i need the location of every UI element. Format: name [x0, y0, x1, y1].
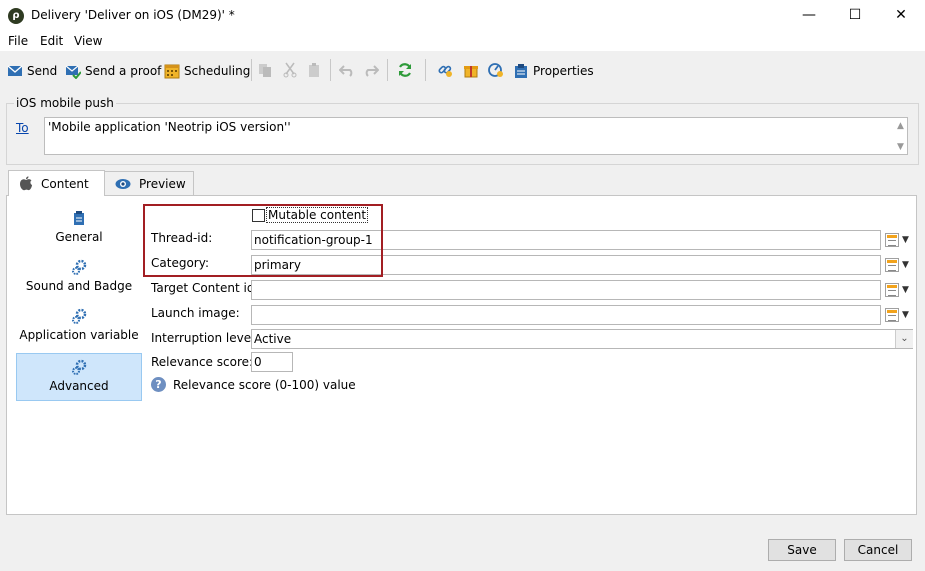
envelope-check-icon [65, 65, 81, 79]
mutable-content-label[interactable]: Mutable content [266, 207, 369, 223]
close-button[interactable]: ✕ [878, 0, 924, 31]
save-button[interactable]: Save [768, 539, 836, 561]
relevance-help-text: Relevance score (0-100) value [173, 378, 356, 392]
gears-icon [72, 259, 87, 275]
toolbar-separator [425, 59, 426, 81]
chevron-down-icon[interactable]: ▼ [902, 310, 909, 320]
minimize-button[interactable]: — [786, 0, 832, 31]
eye-icon [115, 178, 131, 189]
paste-icon[interactable] [306, 62, 322, 78]
envelope-icon [7, 65, 23, 76]
sidebar-item-advanced[interactable]: Advanced [16, 353, 142, 401]
toolbar-separator [330, 59, 331, 81]
send-label: Send [27, 64, 58, 78]
toolbar-separator [387, 59, 388, 81]
mutable-content-checkbox[interactable] [252, 209, 265, 222]
gift-icon[interactable] [463, 62, 479, 78]
scroll-up-icon[interactable]: ▲ [897, 121, 904, 131]
maximize-button[interactable]: ☐ [832, 0, 878, 31]
target-content-input[interactable] [251, 280, 881, 300]
to-link[interactable]: To [16, 121, 29, 135]
scheduling-label: Scheduling [184, 64, 251, 78]
menu-bar [0, 31, 925, 51]
app-logo-icon: ρ [8, 8, 24, 24]
window-title: Delivery 'Deliver on iOS (DM29)' * [31, 8, 235, 22]
help-icon: ? [151, 377, 166, 392]
tab-preview[interactable]: Preview [104, 171, 194, 195]
chevron-down-icon[interactable]: ▼ [902, 235, 909, 245]
menu-view[interactable]: View [74, 34, 102, 48]
edit-expression-icon[interactable] [885, 233, 899, 247]
relevance-score-input[interactable]: 0 [251, 352, 293, 372]
chevron-down-icon[interactable]: ⌄ [895, 330, 913, 348]
chevron-down-icon[interactable]: ▼ [902, 285, 909, 295]
tab-preview-label: Preview [139, 176, 186, 191]
edit-expression-icon[interactable] [885, 308, 899, 322]
sidebar-item-label: Sound and Badge [25, 279, 133, 293]
undo-icon[interactable] [339, 62, 355, 78]
send-proof-button[interactable]: Send a proof [65, 61, 161, 81]
sidebar-item-label: General [55, 230, 103, 244]
group-title: iOS mobile push [14, 96, 116, 110]
interruption-level-select[interactable]: Active [251, 329, 913, 349]
copy-icon[interactable] [257, 62, 273, 78]
sidebar-item-general[interactable]: General [16, 210, 142, 256]
properties-button[interactable]: Properties [513, 61, 594, 81]
relevance-score-label: Relevance score: [151, 355, 254, 369]
gears-icon [72, 359, 87, 375]
sidebar-item-sound-badge[interactable]: Sound and Badge [16, 259, 142, 305]
launch-image-input[interactable] [251, 305, 881, 325]
scroll-down-icon[interactable]: ▼ [897, 142, 904, 152]
target-content-label: Target Content id: [151, 281, 259, 295]
toolbar-separator [251, 59, 252, 81]
launch-image-label: Launch image: [151, 306, 240, 320]
properties-label: Properties [533, 64, 594, 78]
cancel-button[interactable]: Cancel [844, 539, 912, 561]
thread-id-input[interactable]: notification-group-1 [251, 230, 881, 250]
apple-icon [20, 176, 32, 191]
thread-id-label: Thread-id: [151, 231, 213, 245]
redo-icon[interactable] [363, 62, 379, 78]
category-input[interactable]: primary [251, 255, 881, 275]
chevron-down-icon[interactable]: ▼ [902, 260, 909, 270]
refresh-icon[interactable] [397, 62, 413, 78]
interruption-level-label: Interruption level: [151, 331, 259, 345]
scheduling-button[interactable]: Scheduling [164, 61, 250, 81]
clipboard-icon [515, 64, 527, 78]
sidebar-item-application-variable[interactable]: Application variable [16, 308, 142, 354]
link-icon[interactable] [437, 62, 453, 78]
edit-expression-icon[interactable] [885, 258, 899, 272]
gauge-icon[interactable] [488, 62, 504, 78]
tab-content[interactable]: Content [8, 170, 105, 196]
calendar-icon [164, 64, 180, 79]
cut-icon[interactable] [282, 62, 298, 78]
to-value: 'Mobile application 'Neotrip iOS version… [48, 120, 291, 134]
menu-edit[interactable]: Edit [40, 34, 63, 48]
tab-content-label: Content [41, 176, 89, 191]
send-proof-label: Send a proof [85, 64, 162, 78]
gears-icon [72, 308, 87, 324]
category-label: Category: [151, 256, 209, 270]
clipboard-icon [74, 211, 84, 225]
sidebar-item-label: Application variable [19, 328, 139, 342]
edit-expression-icon[interactable] [885, 283, 899, 297]
send-button[interactable]: Send [7, 61, 57, 81]
menu-file[interactable]: File [8, 34, 28, 48]
sidebar-item-label: Advanced [49, 379, 109, 393]
